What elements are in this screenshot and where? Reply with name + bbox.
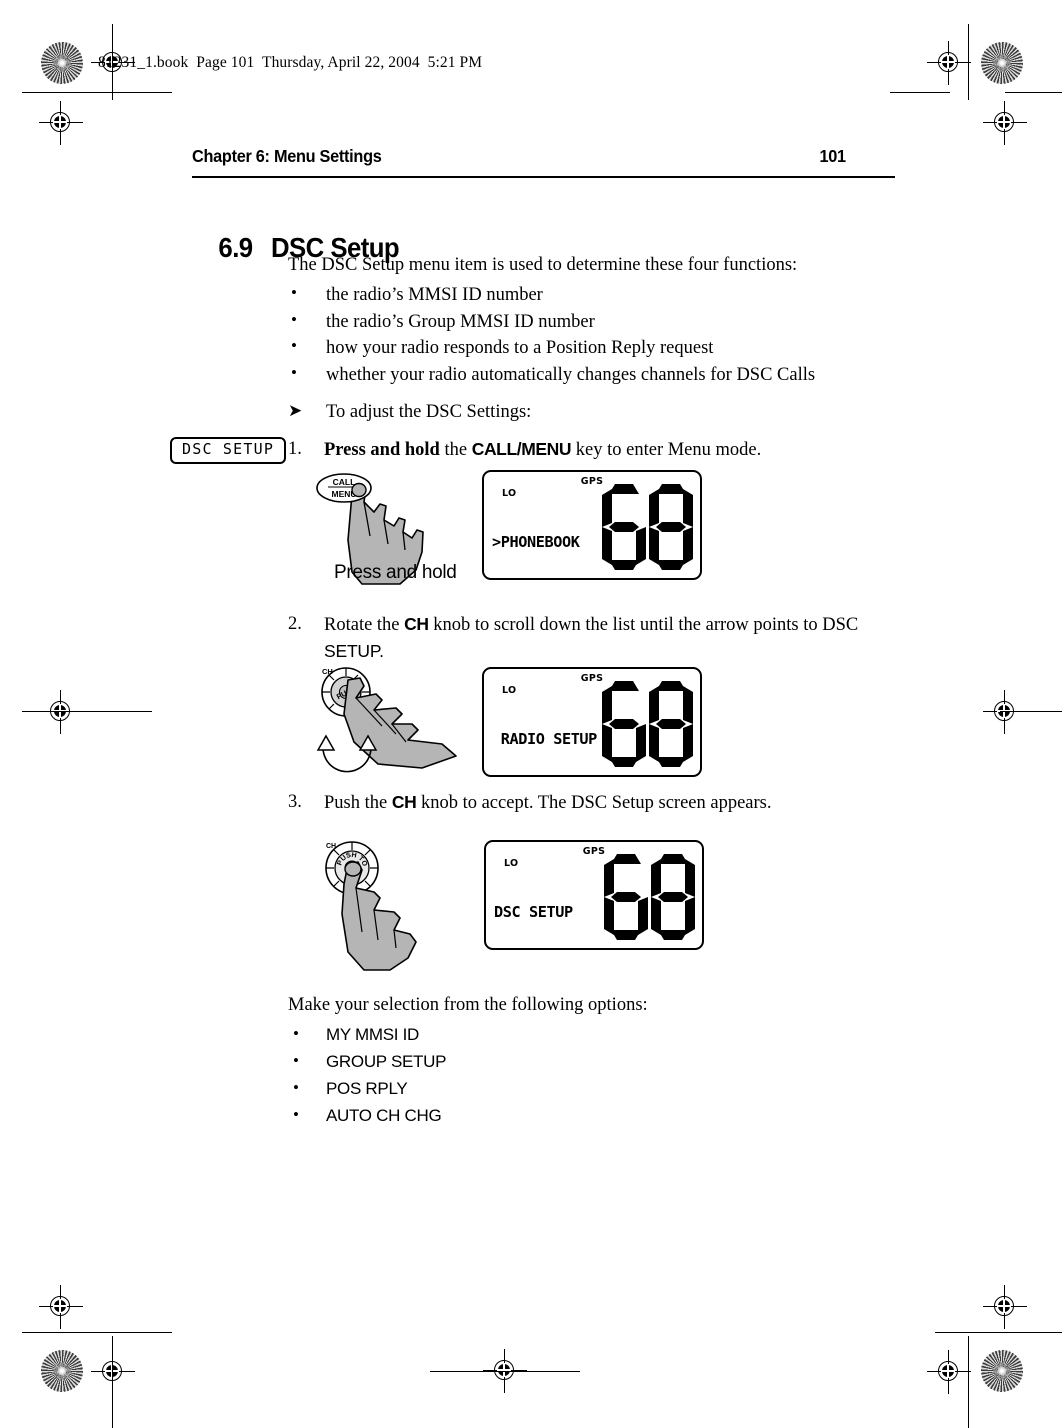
step-text-part1: Rotate the bbox=[324, 615, 405, 635]
step-text-part1: Push the bbox=[324, 793, 392, 813]
intro-block: The DSC Setup menu item is used to deter… bbox=[288, 252, 898, 426]
procedure-intro: ➤ To adjust the DSC Settings: bbox=[288, 400, 898, 426]
list-item-label: POS RPLY bbox=[326, 1078, 408, 1098]
lcd-screen-1: GPS LO >PHONEBOOK LOCAL/DIST BACKLIGHT C… bbox=[482, 470, 702, 580]
lcd-lo-indicator: LO bbox=[502, 685, 517, 696]
page-number: 101 bbox=[819, 146, 846, 166]
lcd-menu-list: DSC SETUP >MY MMSI ID GROUP SETUP POS RE… bbox=[494, 869, 599, 948]
seven-segment-digit bbox=[649, 484, 693, 570]
right-arrow-icon: ➤ bbox=[288, 401, 303, 422]
step-text-part3: key to enter Menu mode. bbox=[571, 440, 762, 460]
seven-segment-digit bbox=[602, 681, 646, 767]
list-item: • MY MMSI ID bbox=[288, 1022, 898, 1049]
bullet-glyph: • bbox=[293, 1051, 299, 1071]
hand-rotate-ch-knob-icon: PUSH CH bbox=[316, 667, 457, 773]
list-item: • the radio’s MMSI ID number bbox=[288, 282, 898, 308]
lcd-screen-2: GPS LO RADIO SETUP >DSC SETUP RESET EXIT bbox=[482, 667, 702, 777]
bullet-glyph: • bbox=[291, 309, 297, 329]
lcd-gps-indicator: GPS bbox=[582, 846, 606, 857]
step-number: 1. bbox=[288, 439, 302, 459]
closing-lead: Make your selection from the following o… bbox=[288, 995, 648, 1015]
list-item-label: the radio’s Group MMSI ID number bbox=[326, 311, 595, 332]
svg-text:CALL: CALL bbox=[333, 477, 356, 487]
lcd-lo-indicator: LO bbox=[504, 858, 519, 869]
seven-segment-digit bbox=[651, 854, 695, 940]
step-emphasis: Press and hold bbox=[324, 440, 440, 460]
step-text-part2: the bbox=[439, 440, 472, 460]
lcd-menu-list: >PHONEBOOK LOCAL/DIST BACKLIGHT CONTRAST bbox=[492, 499, 588, 578]
list-item: • whether your radio automatically change… bbox=[288, 362, 898, 388]
step-3: 3. Push the CH knob to accept. The DSC S… bbox=[288, 790, 898, 817]
step-2: 2. Rotate the CH knob to scroll down the… bbox=[288, 612, 898, 666]
margin-note-dsc-setup: DSC SETUP bbox=[170, 437, 287, 464]
step-1: 1. Press and hold the CALL/MENU key to e… bbox=[288, 437, 898, 464]
list-item: • the radio’s Group MMSI ID number bbox=[288, 309, 898, 335]
bullet-glyph: • bbox=[291, 336, 297, 356]
svg-text:CH: CH bbox=[326, 843, 336, 850]
list-item: • POS RPLY bbox=[288, 1076, 898, 1103]
step-text-part2: knob to scroll down the list until the a… bbox=[428, 615, 859, 635]
lcd-menu-row: >PHONEBOOK bbox=[492, 533, 580, 552]
margin-note-label: DSC SETUP bbox=[182, 440, 275, 458]
bullet-glyph: • bbox=[293, 1077, 299, 1097]
step-number: 2. bbox=[288, 614, 302, 634]
list-item-label: the radio’s MMSI ID number bbox=[326, 285, 543, 306]
lcd-gps-indicator: GPS bbox=[580, 673, 604, 684]
hand-push-ch-knob-icon: PUSH TO ACPT CH bbox=[301, 831, 417, 971]
section-number: 6.9 bbox=[218, 232, 253, 263]
key-name-call-menu: CALL/MENU bbox=[471, 439, 572, 459]
intro-bullet-list: • the radio’s MMSI ID number • the radio’s… bbox=[288, 282, 898, 388]
bullet-glyph: • bbox=[293, 1024, 299, 1044]
lcd-gps-indicator: GPS bbox=[580, 476, 604, 487]
list-item: • GROUP SETUP bbox=[288, 1049, 898, 1076]
intro-lead: The DSC Setup menu item is used to deter… bbox=[288, 255, 798, 275]
list-item-label: GROUP SETUP bbox=[326, 1052, 447, 1072]
procedure-intro-label: To adjust the DSC Settings: bbox=[326, 402, 532, 423]
list-item: • how your radio responds to a Position R… bbox=[288, 335, 898, 361]
step-text: Push the CH knob to accept. The DSC Setu… bbox=[324, 790, 898, 817]
step-number: 3. bbox=[288, 792, 302, 812]
list-item-label: how your radio responds to a Position Re… bbox=[326, 338, 714, 359]
list-item-label: whether your radio automatically changes… bbox=[326, 364, 816, 385]
key-name-ch: CH bbox=[404, 614, 429, 634]
list-item-label: AUTO CH CHG bbox=[326, 1105, 442, 1125]
step-text: Press and hold the CALL/MENU key to ente… bbox=[324, 437, 898, 464]
bullet-glyph: • bbox=[291, 362, 297, 382]
options-list: • MY MMSI ID • GROUP SETUP • POS RPLY • AUTO… bbox=[288, 1022, 898, 1129]
document-page: Chapter 6: Menu Settings 101 6.9 DSC Setu… bbox=[0, 0, 1062, 1428]
bullet-glyph: • bbox=[293, 1104, 299, 1124]
step-text-part3: SETUP. bbox=[324, 640, 384, 661]
running-head-chapter: Chapter 6: Menu Settings bbox=[192, 146, 382, 166]
bullet-glyph: • bbox=[291, 283, 297, 303]
illustration-rotate-ch-knob: PUSH CH bbox=[304, 664, 464, 782]
illustration-press-call-menu: CALL MENU Press and hold bbox=[304, 466, 484, 586]
seven-segment-digit bbox=[602, 484, 646, 570]
seven-segment-digit bbox=[604, 854, 648, 940]
closing-block: Make your selection from the following o… bbox=[288, 992, 898, 1130]
lcd-menu-list: RADIO SETUP >DSC SETUP RESET EXIT bbox=[492, 696, 598, 775]
svg-text:CH: CH bbox=[322, 667, 333, 676]
key-name-ch: CH bbox=[391, 792, 417, 812]
running-head: Chapter 6: Menu Settings 101 bbox=[192, 146, 846, 167]
lcd-screen-3: GPS LO DSC SETUP >MY MMSI ID GROUP SETUP… bbox=[484, 840, 704, 950]
lcd-menu-row: RADIO SETUP bbox=[492, 730, 598, 749]
lcd-channel-digits bbox=[602, 681, 693, 767]
step-text-part2: knob to accept. The DSC Setup screen app… bbox=[416, 793, 772, 813]
lcd-lo-indicator: LO bbox=[502, 488, 517, 499]
list-item: • AUTO CH CHG bbox=[288, 1103, 898, 1130]
lcd-channel-digits bbox=[602, 484, 693, 570]
seven-segment-digit bbox=[649, 681, 693, 767]
header-rule bbox=[192, 176, 895, 179]
illustration-push-ch-knob: PUSH TO ACPT CH bbox=[301, 831, 464, 978]
lcd-menu-row: DSC SETUP bbox=[494, 903, 573, 922]
press-and-hold-caption: Press and hold bbox=[334, 562, 457, 583]
step-text: Rotate the CH knob to scroll down the li… bbox=[324, 612, 898, 666]
lcd-channel-digits bbox=[604, 854, 695, 940]
list-item-label: MY MMSI ID bbox=[326, 1025, 420, 1045]
